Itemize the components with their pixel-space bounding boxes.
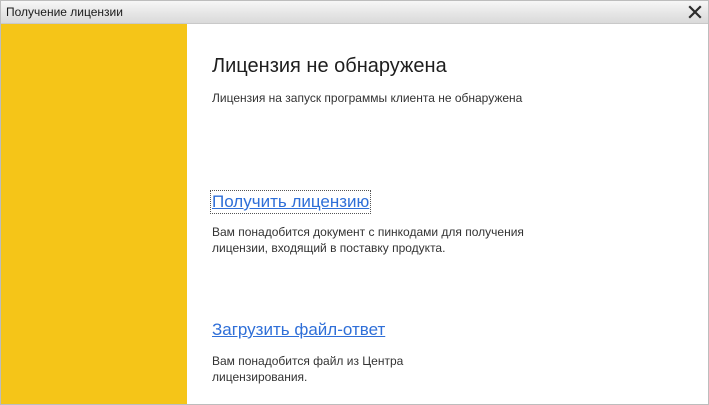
title-bar: Получение лицензии [1,1,708,24]
close-icon [688,5,702,19]
get-license-description: Вам понадобится документ с пинкодами для… [212,224,524,256]
close-button[interactable] [685,2,705,22]
side-accent-panel [1,24,187,404]
get-license-link[interactable]: Получить лицензию [209,190,372,214]
description-line: Вам понадобится документ с пинкодами для… [212,225,524,239]
description-line: Вам понадобится файл из Центра [212,354,404,368]
license-dialog: Получение лицензии Лицензия не обнаружен… [0,0,709,405]
content-area: Лицензия не обнаружена Лицензия на запус… [187,24,708,404]
window-title: Получение лицензии [6,5,123,19]
description-line: лицензии, входящий в поставку продукта. [212,241,446,255]
page-title: Лицензия не обнаружена [212,55,447,77]
upload-response-description: Вам понадобится файл из Центра лицензиро… [212,353,403,385]
status-message: Лицензия на запуск программы клиента не … [212,91,523,105]
upload-response-file-link[interactable]: Загрузить файл-ответ [212,320,385,340]
description-line: лицензирования. [212,370,308,384]
